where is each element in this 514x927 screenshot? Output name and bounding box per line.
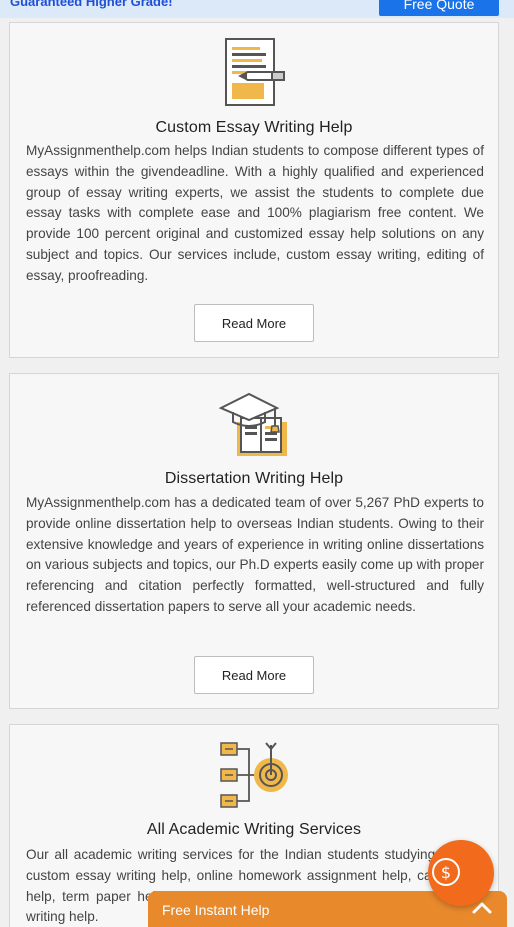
- free-quote-button[interactable]: Free Quote: [379, 0, 499, 16]
- price-chat-button[interactable]: $: [428, 840, 494, 906]
- svg-text:$: $: [441, 863, 451, 882]
- essay-document-pen-icon: [225, 38, 285, 106]
- card-title: Dissertation Writing Help: [164, 470, 344, 487]
- target-flowchart-icon: [220, 742, 288, 808]
- service-card-dissertation: Dissertation Writing Help MyAssignmenthe…: [9, 373, 499, 709]
- card-body: MyAssignmenthelp.com has a dedicated tea…: [26, 495, 484, 614]
- read-more-button[interactable]: Read More: [194, 656, 314, 694]
- help-bar-label: Free Instant Help: [162, 902, 270, 918]
- top-promo-bar: Guaranteed Higher Grade! Free Quote: [0, 0, 514, 18]
- read-more-button[interactable]: Read More: [194, 304, 314, 342]
- dollar-icon: $: [432, 858, 460, 886]
- promo-text: Guaranteed Higher Grade!: [10, 0, 173, 9]
- card-title: Custom Essay Writing Help: [155, 119, 353, 136]
- card-title: All Academic Writing Services: [146, 821, 362, 838]
- service-card-essay: Custom Essay Writing Help MyAssignmenthe…: [9, 22, 499, 358]
- graduation-cap-books-icon: [218, 392, 287, 456]
- card-body: MyAssignmenthelp.com helps Indian studen…: [26, 143, 484, 283]
